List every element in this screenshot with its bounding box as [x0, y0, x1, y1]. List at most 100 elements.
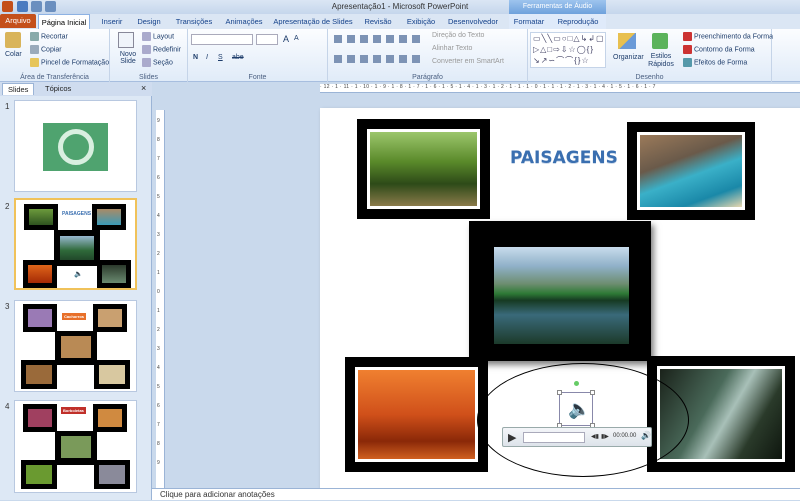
resize-handle[interactable]	[557, 390, 562, 395]
tab-outline[interactable]: Tópicos	[40, 83, 76, 95]
ruler-tick: 2	[157, 327, 160, 333]
tab-insert[interactable]: Inserir	[93, 14, 131, 29]
audio-controls: ▶ ◀▮ ▮▶ 00:00.00 🔊	[502, 427, 652, 447]
ruler-tick: 6	[157, 175, 160, 181]
reset-button[interactable]: Redefinir	[142, 45, 181, 54]
play-button[interactable]: ▶	[508, 431, 516, 444]
notes-area[interactable]: Clique para adicionar anotações	[152, 488, 800, 500]
speaker-icon: 🔈	[74, 271, 83, 278]
text-direction-button[interactable]: Direção do Texto	[432, 32, 484, 39]
copy-icon	[30, 45, 39, 54]
horizontal-ruler[interactable]: · 12 · 1 · 11 · 1 · 10 · 1 · 9 · 1 · 8 ·…	[320, 84, 800, 93]
section-button[interactable]: Seção	[142, 58, 173, 67]
shape-fill-label: Preenchimento da Forma	[694, 33, 773, 41]
ribbon: Colar Recortar Copiar Pincel de Formataç…	[0, 29, 800, 82]
shape-outline-button[interactable]: Contorno da Forma	[683, 45, 755, 54]
layout-icon	[142, 32, 151, 41]
cut-label: Recortar	[41, 33, 68, 41]
quick-styles-button[interactable]: Estilos Rápidos	[646, 53, 676, 69]
resize-handle[interactable]	[590, 390, 595, 395]
ruler-tick: 6	[157, 403, 160, 409]
forest-path-photo	[370, 132, 477, 206]
font-size-select[interactable]	[256, 34, 278, 45]
tab-transitions[interactable]: Transições	[170, 14, 218, 29]
volume-icon[interactable]: 🔊	[641, 431, 651, 440]
shrink-font-button[interactable]: A	[294, 35, 299, 42]
slide-title[interactable]: PAISAGENS	[510, 148, 618, 168]
tab-slideshow[interactable]: Apresentação de Slides	[270, 14, 356, 29]
slide-canvas[interactable]: PAISAGENS 🔈 ▶ ◀▮ ▮▶ 00:00.00 🔊	[320, 108, 800, 490]
copy-label: Copiar	[41, 46, 62, 54]
lake-thumb	[60, 236, 94, 260]
tab-view[interactable]: Exibição	[400, 14, 442, 29]
window-title: Apresentação1 - Microsoft PowerPoint	[331, 2, 469, 11]
font-family-select[interactable]	[191, 34, 253, 45]
paste-icon[interactable]	[5, 32, 21, 48]
close-pane-icon[interactable]: ×	[141, 83, 146, 93]
group-font: A A N I S abe Fonte	[188, 29, 328, 82]
underline-button[interactable]: S	[218, 54, 223, 61]
photo-frame-coast[interactable]	[627, 122, 755, 220]
list-buttons[interactable]	[334, 35, 424, 43]
convert-smartart-button[interactable]: Converter em SmartArt	[432, 58, 504, 65]
cut-button[interactable]: Recortar	[30, 32, 68, 41]
paint-bucket-icon	[683, 32, 692, 41]
tab-developer[interactable]: Desenvolvedor	[444, 14, 502, 29]
alignment-buttons[interactable]	[334, 55, 424, 63]
shapes-gallery[interactable]: ▭╲╲▭○□△↳↲▢ ▷△□⇨⇩☆◯{} ↘↗∽⌒⌒{}☆	[530, 32, 606, 68]
ruler-tick: 5	[157, 194, 160, 200]
dark-forest-thumb	[97, 260, 131, 288]
tab-review[interactable]: Revisão	[360, 14, 396, 29]
group-label-slides: Slides	[138, 74, 159, 81]
group-label-font: Fonte	[248, 74, 267, 81]
ruler-tick: 4	[157, 213, 160, 219]
tab-slides[interactable]: Slides	[2, 83, 35, 95]
photo-frame-autumn[interactable]	[345, 357, 488, 472]
grow-font-button[interactable]: A	[283, 34, 289, 44]
ruler-tick: 5	[157, 384, 160, 390]
copy-button[interactable]: Copiar	[30, 45, 62, 54]
seek-forward-button[interactable]: ▮▶	[601, 433, 609, 440]
tab-format[interactable]: Formatar	[510, 14, 548, 29]
dogs-photo-thumb	[23, 304, 57, 332]
ruler-tick: 9	[157, 118, 160, 124]
slide-thumbnail-4[interactable]: Borboletas	[14, 400, 137, 493]
slide-thumbnail-2[interactable]: PAISAGENS 🔈	[14, 198, 137, 290]
shape-effects-label: Efeitos de Forma	[694, 59, 748, 67]
quick-styles-icon[interactable]	[652, 33, 668, 49]
rotate-handle[interactable]	[574, 381, 579, 386]
photo-frame-lake[interactable]	[469, 221, 651, 361]
bold-button[interactable]: N	[193, 54, 198, 61]
italic-button[interactable]: I	[206, 54, 208, 61]
tab-animations[interactable]: Animações	[222, 14, 266, 29]
slide-thumbnail-1[interactable]	[14, 100, 137, 192]
seek-back-button[interactable]: ◀▮	[591, 433, 599, 440]
autumn-trees-photo	[358, 370, 475, 459]
tab-design[interactable]: Design	[131, 14, 167, 29]
ruler-tick: 8	[157, 441, 160, 447]
seek-bar[interactable]	[523, 432, 585, 443]
new-slide-button[interactable]: Novo Slide	[116, 51, 140, 65]
shape-effects-button[interactable]: Efeitos de Forma	[683, 58, 747, 67]
format-painter-button[interactable]: Pincel de Formatação	[30, 58, 109, 67]
align-text-button[interactable]: Alinhar Texto	[432, 45, 472, 52]
new-slide-icon[interactable]	[118, 32, 134, 48]
tab-home[interactable]: Página Inicial	[38, 14, 90, 29]
photo-frame-forest-path[interactable]	[357, 119, 490, 219]
vertical-ruler[interactable]: 9 8 7 6 5 4 3 2 1 0 1 2 3 4 5 6 7 8 9	[156, 110, 165, 490]
ruler-tick: 8	[157, 137, 160, 143]
arrange-icon[interactable]	[618, 33, 636, 49]
pane-tabs: Slides Tópicos ×	[0, 82, 152, 96]
audio-tools-header: Ferramentas de Áudio	[509, 0, 606, 14]
tab-playback[interactable]: Reprodução	[553, 14, 603, 29]
slide-thumbnail-3[interactable]: Cachorros	[14, 300, 137, 392]
slide-number: 1	[5, 102, 10, 111]
ruler-tick: 1	[157, 308, 160, 314]
paste-button[interactable]: Colar	[5, 51, 22, 58]
arrange-button[interactable]: Organizar	[613, 54, 644, 61]
audio-selection-box[interactable]: 🔈	[557, 381, 595, 428]
tab-file[interactable]: Arquivo	[0, 14, 36, 28]
layout-button[interactable]: Layout	[142, 32, 174, 41]
shape-fill-button[interactable]: Preenchimento da Forma	[683, 32, 773, 41]
strikethrough-button[interactable]: abe	[232, 54, 244, 61]
